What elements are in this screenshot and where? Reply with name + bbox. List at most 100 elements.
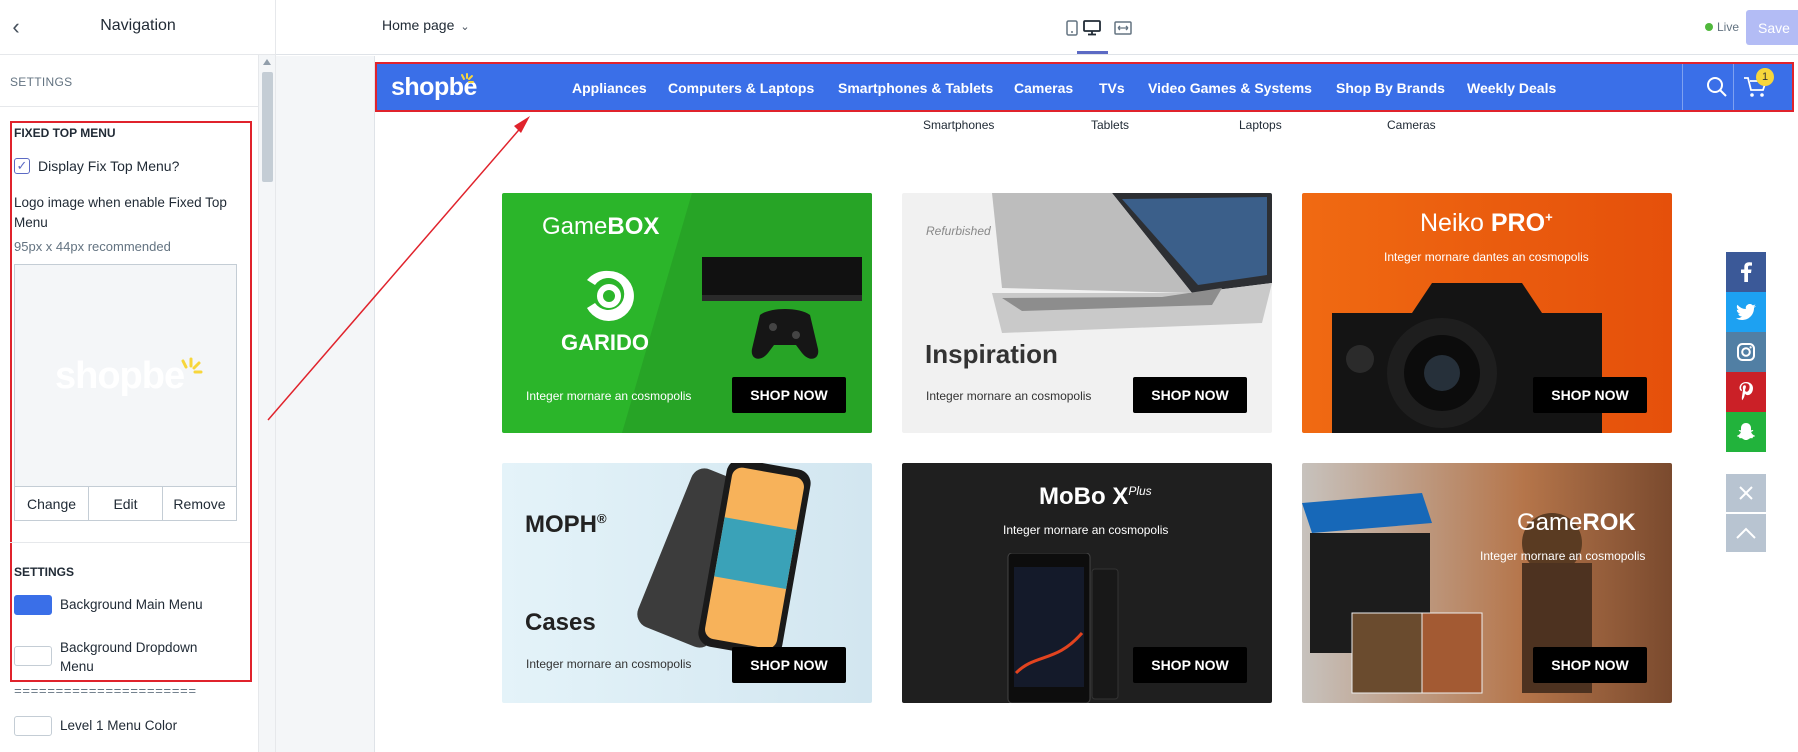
sidebar-title: Navigation [100,17,176,34]
banner-moph-cases[interactable]: MOPH® Cases Integer mornare an cosmopoli… [502,463,872,703]
live-status-label: Live [1717,20,1740,34]
menu-item-video-games[interactable]: Video Games & Systems [1148,80,1312,96]
level1-color-label: Level 1 Menu Color [60,718,178,733]
shop-now-button[interactable]: SHOP NOW [1533,647,1647,683]
remove-button[interactable]: Remove [163,487,236,520]
banner-caption: Integer mornare an cosmopolis [926,389,1092,403]
banner-title: Inspiration [925,339,1058,369]
banner-caption: Integer mornare an cosmopolis [526,389,692,403]
fix-top-menu-label: Display Fix Top Menu? [38,158,180,174]
change-button[interactable]: Change [15,487,89,520]
banner-title: GameROK [1517,509,1636,537]
page-selector-label: Home page [382,17,455,33]
cart-count-badge: 1 [1756,68,1774,86]
menu-item-appliances[interactable]: Appliances [572,80,647,96]
banner-title-light: Game [1517,509,1583,536]
menu-item-weekly-deals[interactable]: Weekly Deals [1467,80,1556,96]
menu-item-smartphones[interactable]: Smartphones & Tablets [838,80,993,96]
banner-caption: Integer mornare an cosmopolis [1003,523,1169,537]
sidebar-header: ‹ Navigation [0,0,275,55]
banner-caption: Integer mornare dantes an cosmopolis [1384,250,1589,264]
menu-item-tvs[interactable]: TVs [1099,80,1125,96]
page-selector[interactable]: Home page ⌄ [382,17,470,33]
save-button[interactable]: Save [1746,10,1798,45]
menu-item-cameras[interactable]: Cameras [1014,80,1073,96]
close-icon[interactable] [1726,474,1766,512]
full-width-view-icon[interactable] [1112,17,1134,39]
laptop-image [992,193,1272,333]
theme-sidebar: ‹ Navigation SETTINGS FIXED TOP MENU ✓ D… [0,0,276,752]
logo-image-picker: shopbe Change Edit Remove [14,264,237,521]
shop-now-button[interactable]: SHOP NOW [732,377,846,413]
banner-gamerok[interactable]: GameROK Integer mornare an cosmopolis SH… [1302,463,1672,703]
console-image [702,257,862,359]
logo-size-hint: 95px x 44px recommended [14,239,171,254]
instagram-icon[interactable] [1726,332,1766,372]
banner-title-bold: ROK [1582,509,1636,536]
banner-title-light: Game [542,213,608,240]
sub-link-tablets[interactable]: Tablets [1091,118,1129,132]
banner-title-text: MoBo X [1039,483,1129,510]
sub-link-cameras[interactable]: Cameras [1387,118,1436,132]
sun-logo-icon [461,73,474,83]
logo-preview: shopbe [15,265,236,486]
bg-main-menu-swatch[interactable] [14,595,52,615]
twitter-icon[interactable] [1726,292,1766,332]
banner-caption: Integer mornare an cosmopolis [1480,549,1646,563]
bg-dropdown-swatch[interactable] [14,646,52,666]
logo-image-note: Logo image when enable Fixed Top Menu [14,195,227,230]
nav-divider [1682,64,1683,110]
divider [0,106,258,107]
shop-now-button[interactable]: SHOP NOW [1533,377,1647,413]
shop-now-button[interactable]: SHOP NOW [1133,647,1247,683]
shop-now-button[interactable]: SHOP NOW [1133,377,1247,413]
divider [10,542,250,543]
banner-brand: GARIDO [561,330,649,355]
banner-title-sup: ® [597,511,607,526]
snapchat-icon[interactable] [1726,412,1766,452]
banner-title: MOPH® [525,511,607,539]
shop-now-button[interactable]: SHOP NOW [732,647,846,683]
nav-divider [1733,64,1734,110]
sidebar-scrollbar[interactable] [258,55,275,752]
banner-title: GameBOX [542,213,659,241]
sub-link-laptops[interactable]: Laptops [1239,118,1282,132]
banner-inspiration[interactable]: Refurbished Inspiration Integer mornare … [902,193,1272,433]
edit-button[interactable]: Edit [89,487,163,520]
logo-preview-text: shopbe [55,355,185,397]
banner-title-text: MOPH [525,511,597,538]
banner-title: Neiko PRO+ [1420,209,1553,238]
banner-caption: Integer mornare an cosmopolis [526,657,692,671]
banner-gamebox[interactable]: GameBOX GARIDO Integer mornare an cosmop… [502,193,872,433]
banner-subtitle: Cases [525,609,596,636]
live-status-dot [1705,23,1713,31]
bg-main-menu-label: Background Main Menu [60,597,203,612]
bg-dropdown-label: Background Dropdown Menu [60,640,198,674]
fix-top-menu-checkbox[interactable]: ✓ [14,158,30,174]
facebook-icon[interactable] [1726,252,1766,292]
fixed-top-menu-heading: FIXED TOP MENU [14,126,116,140]
scroll-to-top-icon[interactable] [1726,514,1766,552]
settings-caption: SETTINGS [10,75,73,89]
mobile-view-icon[interactable] [1061,17,1083,39]
banner-title: MoBo XPlus [1039,483,1152,511]
smartphone-image [1007,553,1119,703]
garido-logo-icon [587,270,634,321]
banner-title-sup: Plus [1128,484,1152,498]
desktop-view-icon[interactable] [1081,17,1103,39]
search-icon[interactable] [1704,74,1730,100]
menu-item-brands[interactable]: Shop By Brands [1336,80,1445,96]
scrollbar-thumb[interactable] [262,72,273,182]
scroll-up-icon[interactable] [263,59,271,65]
banner-title-bold: BOX [607,213,660,240]
store-main-menu: shopbe Appliances Computers & Laptops Sm… [375,62,1794,112]
banner-neiko-pro[interactable]: Neiko PRO+ Integer mornare dantes an cos… [1302,193,1672,433]
menu-item-computers[interactable]: Computers & Laptops [668,80,814,96]
banner-title-sup: + [1545,209,1553,225]
banner-mobo-x[interactable]: MoBo XPlus Integer mornare an cosmopolis… [902,463,1272,703]
banner-title-bold: PRO [1490,209,1546,237]
sub-link-smartphones[interactable]: Smartphones [923,118,994,132]
banner-tag: Refurbished [926,224,991,238]
level1-color-swatch[interactable] [14,716,52,736]
pinterest-icon[interactable] [1726,372,1766,412]
